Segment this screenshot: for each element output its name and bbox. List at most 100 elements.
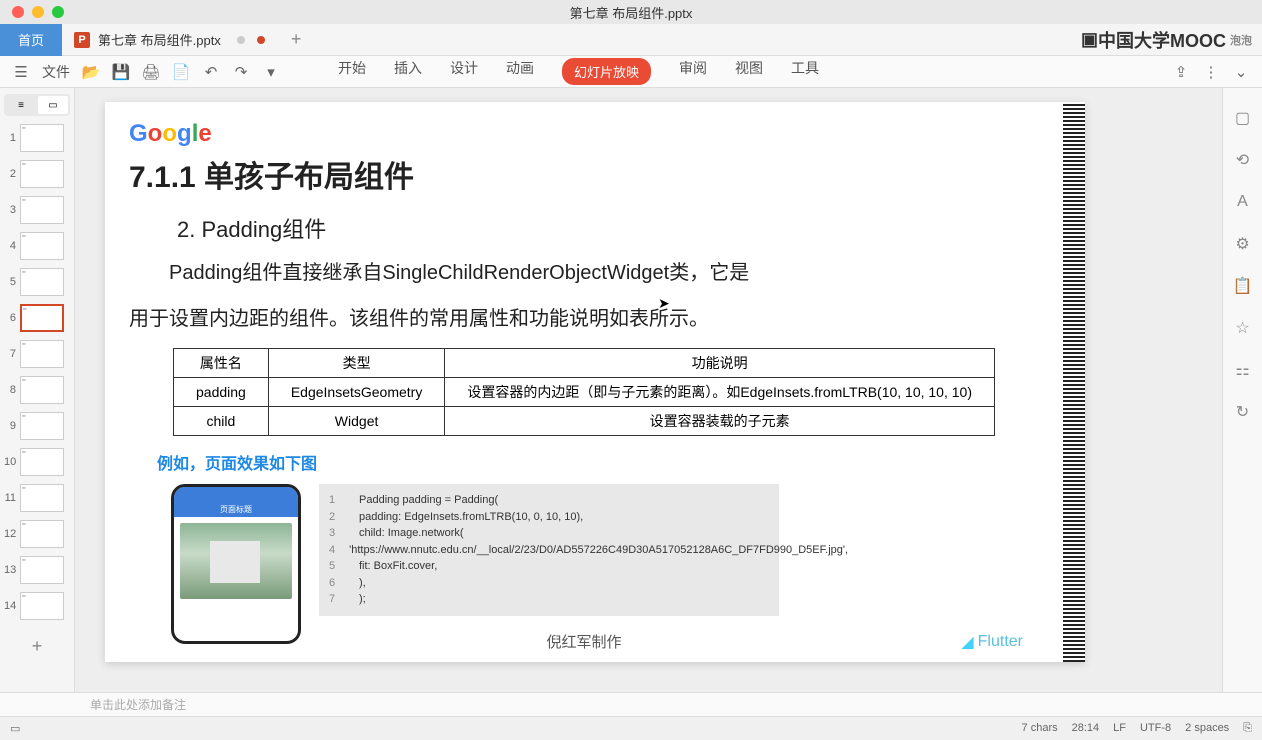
text-icon[interactable]: A bbox=[1233, 192, 1253, 212]
flutter-icon: ◢ bbox=[961, 632, 973, 652]
code-line: 7); bbox=[329, 591, 769, 608]
notes-bar[interactable]: 单击此处添加备注 bbox=[0, 692, 1262, 716]
preview-icon[interactable]: 📄 bbox=[172, 63, 190, 81]
thumb-preview: ━━ bbox=[20, 196, 64, 224]
thumbnail-panel: ≡ ▭ 1━━2━━3━━4━━5━━6━━7━━8━━9━━10━━11━━1… bbox=[0, 88, 75, 692]
thumbnail-13[interactable]: 13━━ bbox=[4, 556, 70, 584]
slide[interactable]: Google 7.1.1 单孩子布局组件 2. Padding组件 Paddin… bbox=[105, 102, 1085, 662]
rotate-icon[interactable]: ⟲ bbox=[1233, 150, 1253, 170]
mooc-logo: ▣ 中国大学MOOC 泡泡 bbox=[1081, 27, 1252, 53]
share-icon[interactable]: ⇪ bbox=[1172, 63, 1190, 81]
collapse-icon[interactable]: ⌄ bbox=[1232, 63, 1250, 81]
thumb-preview: ━━ bbox=[20, 232, 64, 260]
status-encoding[interactable]: UTF-8 bbox=[1140, 722, 1171, 735]
mooc-badge: 泡泡 bbox=[1230, 32, 1252, 48]
star-icon[interactable]: ☆ bbox=[1233, 318, 1253, 338]
adjust-icon[interactable]: ⚏ bbox=[1233, 360, 1253, 380]
dropdown-icon[interactable]: ▾ bbox=[262, 63, 280, 81]
maximize-window-button[interactable] bbox=[52, 6, 64, 18]
toolbar: ☰ 文件 📂 💾 🖨 📄 ↶ ↷ ▾ 开始 插入 设计 动画 幻灯片放映 审阅 … bbox=[0, 56, 1262, 88]
flutter-logo: ◢ Flutter bbox=[961, 632, 1023, 652]
menu-slideshow[interactable]: 幻灯片放映 bbox=[562, 58, 651, 85]
td: child bbox=[174, 407, 269, 436]
history-icon[interactable]: ↻ bbox=[1233, 402, 1253, 422]
thumb-view-toggle[interactable]: ≡ ▭ bbox=[4, 94, 70, 116]
thumb-number: 7 bbox=[4, 348, 16, 360]
thumbnail-1[interactable]: 1 ━━ bbox=[4, 124, 70, 152]
more-icon[interactable]: ⋮ bbox=[1202, 63, 1220, 81]
hamburger-icon[interactable]: ☰ bbox=[12, 63, 30, 81]
status-spaces[interactable]: 2 spaces bbox=[1185, 722, 1229, 735]
thumb-number: 8 bbox=[4, 384, 16, 396]
toolbar-right: ⇪ ⋮ ⌄ bbox=[1172, 63, 1250, 81]
thumb-preview: ━━ bbox=[20, 592, 64, 620]
menu-start[interactable]: 开始 bbox=[338, 58, 366, 85]
thumbnail-14[interactable]: 14 ━━ bbox=[4, 592, 70, 620]
thumbnail-3[interactable]: 3━━ bbox=[4, 196, 70, 224]
thumb-number: 12 bbox=[4, 528, 16, 540]
phone-appbar: 页面标题 bbox=[174, 501, 298, 517]
phone-image bbox=[180, 523, 292, 599]
clipboard-icon[interactable]: 📋 bbox=[1233, 276, 1253, 296]
mooc-text: 中国大学MOOC bbox=[1098, 27, 1226, 53]
save-icon[interactable]: 💾 bbox=[112, 63, 130, 81]
print-icon[interactable]: 🖨 bbox=[142, 63, 160, 81]
menu-view[interactable]: 视图 bbox=[735, 58, 763, 85]
thumb-number: 9 bbox=[4, 420, 16, 432]
thumb-preview: ━━ bbox=[20, 484, 64, 512]
thumb-preview: ━━ bbox=[20, 124, 64, 152]
status-pos: 28:14 bbox=[1072, 722, 1100, 735]
add-tab-button[interactable]: + bbox=[277, 29, 316, 50]
thumbnail-view-button[interactable]: ▭ bbox=[38, 96, 68, 114]
settings-icon[interactable]: ⚙ bbox=[1233, 234, 1253, 254]
thumbnail-8[interactable]: 8━━ bbox=[4, 376, 70, 404]
thumbnail-2[interactable]: 2━━ bbox=[4, 160, 70, 188]
thumb-preview: ━━ bbox=[20, 340, 64, 368]
menu-insert[interactable]: 插入 bbox=[394, 58, 422, 85]
thumb-number: 14 bbox=[4, 600, 16, 612]
code-line: 4'https://www.nnutc.edu.cn/__local/2/23/… bbox=[329, 542, 769, 559]
code-line: 1Padding padding = Padding( bbox=[329, 492, 769, 509]
property-table: 属性名 类型 功能说明 padding EdgeInsetsGeometry 设… bbox=[173, 348, 995, 436]
file-tab[interactable]: P 第七章 布局组件.pptx bbox=[62, 24, 277, 56]
add-slide-button[interactable]: + bbox=[4, 628, 70, 665]
thumbnail-4[interactable]: 4 ━━ bbox=[4, 232, 70, 260]
thumbnail-9[interactable]: 9━━ bbox=[4, 412, 70, 440]
phone-statusbar bbox=[174, 487, 298, 501]
menu-design[interactable]: 设计 bbox=[450, 58, 478, 85]
redo-icon[interactable]: ↷ bbox=[232, 63, 250, 81]
status-lf[interactable]: LF bbox=[1113, 722, 1126, 735]
minimize-window-button[interactable] bbox=[32, 6, 44, 18]
slide-decoration bbox=[1063, 102, 1085, 662]
slide-subtitle: 2. Padding组件 bbox=[177, 212, 1039, 244]
tab-indicator bbox=[237, 36, 245, 44]
menu-animation[interactable]: 动画 bbox=[506, 58, 534, 85]
open-icon[interactable]: 📂 bbox=[82, 63, 100, 81]
menu-review[interactable]: 审阅 bbox=[679, 58, 707, 85]
thumbnail-6[interactable]: 6━━ bbox=[4, 304, 70, 332]
thumbnail-11[interactable]: 11━━ bbox=[4, 484, 70, 512]
thumbnail-7[interactable]: 7 ━━ bbox=[4, 340, 70, 368]
workspace: ≡ ▭ 1━━2━━3━━4━━5━━6━━7━━8━━9━━10━━11━━1… bbox=[0, 88, 1262, 692]
status-end-icon[interactable]: ⎘ bbox=[1243, 722, 1252, 735]
slide-title: 7.1.1 单孩子布局组件 bbox=[129, 152, 1039, 196]
outline-view-button[interactable]: ≡ bbox=[6, 96, 36, 114]
thumb-number: 1 bbox=[4, 132, 16, 144]
menu-tools[interactable]: 工具 bbox=[791, 58, 819, 85]
slide-body-2: 用于设置内边距的组件。该组件的常用属性和功能说明如表所示。 bbox=[129, 302, 1039, 336]
thumbnail-10[interactable]: 10 ━━ bbox=[4, 448, 70, 476]
code-line: 2 padding: EdgeInsets.fromLTRB(10, 0, 10… bbox=[329, 509, 769, 526]
thumb-preview: ━━ bbox=[20, 448, 64, 476]
close-window-button[interactable] bbox=[12, 6, 24, 18]
thumbnail-5[interactable]: 5━━ bbox=[4, 268, 70, 296]
object-icon[interactable]: ▢ bbox=[1233, 108, 1253, 128]
thumb-number: 10 bbox=[4, 456, 16, 468]
thumb-number: 4 bbox=[4, 240, 16, 252]
statusbar-left: ▭ bbox=[10, 722, 20, 735]
undo-icon[interactable]: ↶ bbox=[202, 63, 220, 81]
home-tab[interactable]: 首页 bbox=[0, 24, 62, 56]
file-menu[interactable]: 文件 bbox=[42, 62, 70, 82]
statusbar-right: 7 chars 28:14 LF UTF-8 2 spaces ⎘ bbox=[1022, 722, 1252, 735]
thumbnail-12[interactable]: 12━━ bbox=[4, 520, 70, 548]
code-line: 3 child: Image.network( bbox=[329, 525, 769, 542]
